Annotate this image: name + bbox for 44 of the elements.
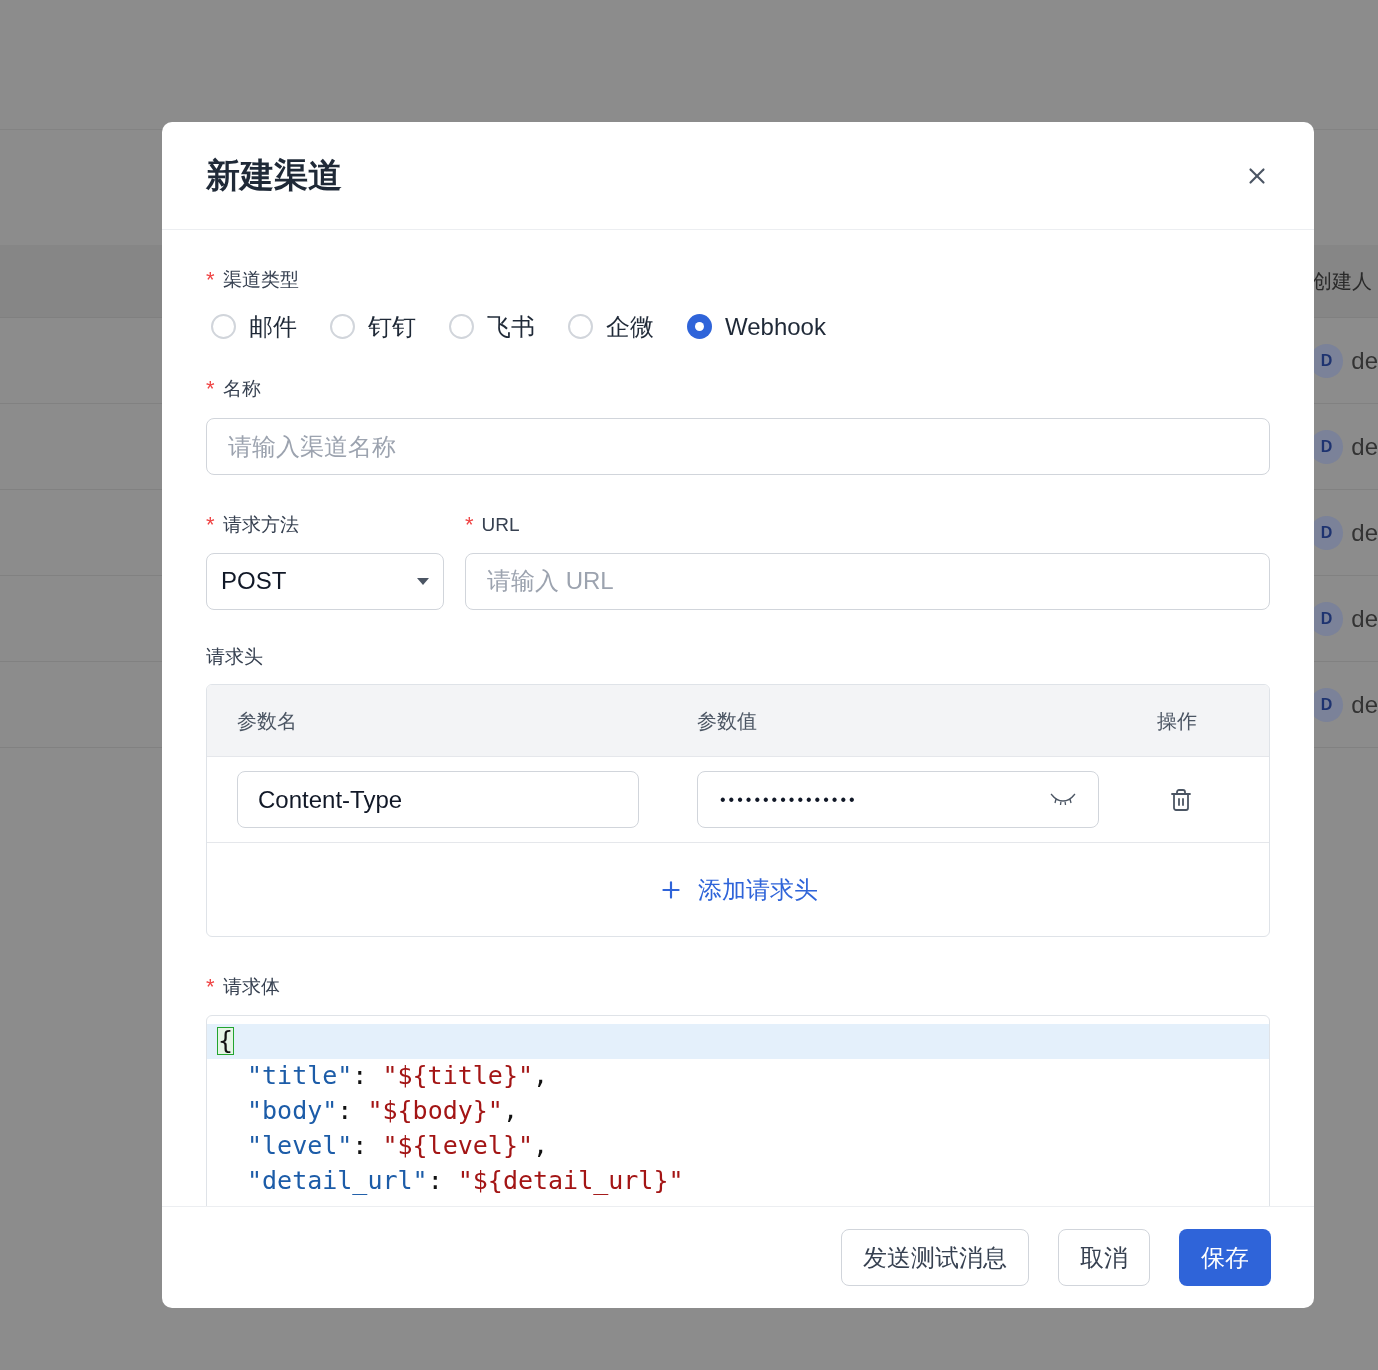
field-label: 请求方法 bbox=[222, 513, 299, 537]
code-editor[interactable]: { "title": "${title}", "body": "${body}", "level": "${level}", "detail_url": "${detail_url}" bbox=[206, 1014, 1270, 1206]
column-header: 操作 bbox=[1156, 708, 1197, 734]
method-select[interactable]: POST bbox=[206, 552, 444, 610]
column-header: 创建人 bbox=[1312, 269, 1372, 294]
creator-name: de bbox=[1351, 603, 1378, 634]
radio-option[interactable]: 飞书 bbox=[449, 308, 535, 345]
radio[interactable] bbox=[211, 314, 236, 339]
field-label: 名称 bbox=[222, 376, 261, 401]
radio-option[interactable]: 邮件 bbox=[211, 308, 297, 345]
field-label: 渠道类型 bbox=[222, 268, 299, 292]
delete-icon[interactable] bbox=[1169, 787, 1193, 812]
url-input[interactable]: 请输入 URL bbox=[465, 552, 1270, 610]
creator-name: de bbox=[1351, 345, 1378, 376]
radio-option[interactable]: 钉钉 bbox=[330, 308, 416, 345]
required-mark: * bbox=[206, 269, 215, 292]
radio-selected[interactable] bbox=[687, 314, 712, 339]
creator-name: de bbox=[1351, 689, 1378, 720]
radio-option[interactable]: 企微 bbox=[568, 308, 654, 345]
field-label: 请求头 bbox=[206, 644, 263, 669]
column-header: 参数名 bbox=[236, 708, 298, 734]
param-value-input[interactable]: •••••••••••••••• bbox=[697, 771, 1099, 828]
add-header-button[interactable]: 添加请求头 bbox=[658, 871, 818, 908]
radio[interactable] bbox=[449, 314, 474, 339]
secondary-button[interactable]: 发送测试消息 bbox=[841, 1229, 1029, 1286]
required-mark: * bbox=[206, 377, 215, 400]
caret-icon bbox=[417, 577, 429, 585]
radio[interactable] bbox=[568, 314, 593, 339]
eye-closed-icon[interactable] bbox=[1050, 792, 1076, 807]
field-label: URL bbox=[481, 513, 520, 537]
field-label: 请求体 bbox=[222, 975, 280, 999]
required-mark: * bbox=[206, 976, 215, 999]
secondary-button[interactable]: 取消 bbox=[1058, 1229, 1150, 1286]
param-name-input[interactable]: Content-Type bbox=[237, 771, 639, 828]
radio-option[interactable]: Webhook bbox=[687, 308, 826, 345]
column-header: 参数值 bbox=[696, 708, 758, 734]
name-input[interactable]: 请输入渠道名称 bbox=[206, 418, 1270, 475]
dialog-title: 新建渠道 bbox=[206, 155, 342, 196]
required-mark: * bbox=[206, 514, 215, 537]
creator-name: de bbox=[1351, 431, 1378, 462]
creator-name: de bbox=[1351, 517, 1378, 548]
primary-button[interactable]: 保存 bbox=[1179, 1229, 1271, 1286]
required-mark: * bbox=[465, 514, 474, 537]
radio[interactable] bbox=[330, 314, 355, 339]
